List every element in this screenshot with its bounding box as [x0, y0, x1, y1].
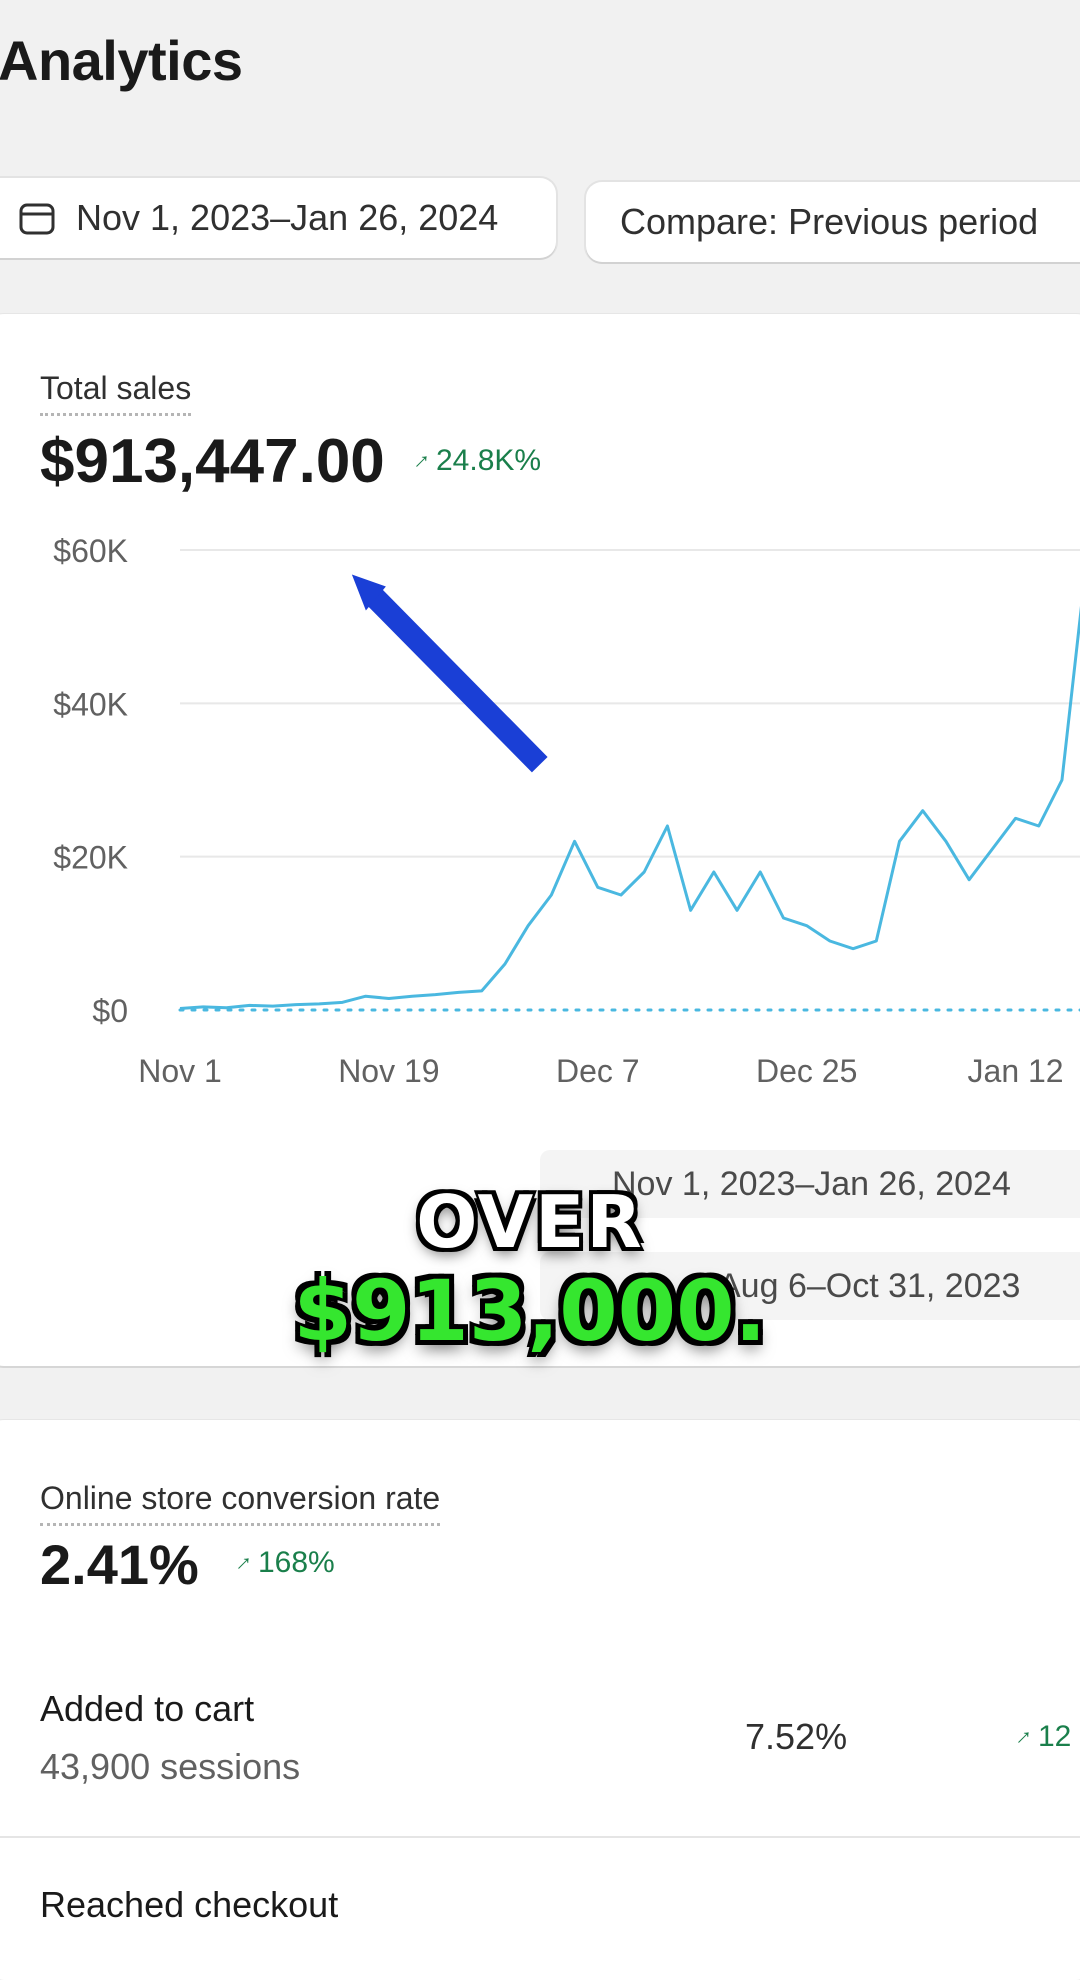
x-tick-label: Dec 25 [756, 1053, 857, 1089]
trend-up-icon: ↑ [408, 446, 437, 475]
x-tick-label: Jan 12 [968, 1053, 1064, 1089]
total-sales-label[interactable]: Total sales [40, 370, 192, 416]
conversion-rate-card: Online store conversion rate 2.41% ↑ 168… [0, 1420, 1080, 1980]
calendar-icon [19, 203, 55, 235]
overlay-caption-line2: $913,000. [293, 1262, 767, 1360]
funnel-step-percent: 7.52% [745, 1716, 848, 1757]
total-sales-delta-value: 24.8K% [436, 444, 542, 477]
series-line-current [179, 605, 1080, 1010]
conversion-rate-delta: ↑ 168% [231, 1546, 335, 1580]
y-tick-label: $20K [53, 840, 128, 876]
overlay-caption-line1: OVER [416, 1180, 644, 1264]
funnel-divider [0, 1836, 1080, 1838]
date-range-picker[interactable]: Nov 1, 2023–Jan 26, 2024 [0, 178, 556, 258]
conversion-rate-value: 2.41% [40, 1533, 199, 1596]
x-tick-label: Dec 7 [556, 1053, 640, 1089]
trend-up-icon: ↑ [230, 1548, 259, 1577]
funnel-step-sessions: 43,900 sessions [40, 1746, 301, 1787]
conversion-rate-delta-value: 168% [258, 1546, 335, 1579]
trend-up-icon: ↑ [1010, 1722, 1039, 1751]
compare-button[interactable]: Compare: Previous period [586, 182, 1080, 262]
page-title: Analytics [0, 29, 243, 92]
total-sales-chart: $60K $40K $20K $0 Nov 1 Nov 19 Dec 7 Dec 25 Jan … [53, 533, 1080, 1089]
compare-label: Compare: Previous period [620, 201, 1039, 242]
y-tick-label: $40K [53, 686, 128, 722]
conversion-rate-label[interactable]: Online store conversion rate [40, 1480, 441, 1526]
y-tick-label: $0 [92, 993, 128, 1029]
total-sales-delta: ↑ 24.8K% [409, 444, 542, 478]
total-sales-value: $913,447.00 [40, 427, 385, 496]
funnel-step-delta-value: 12 [1038, 1720, 1072, 1753]
date-range-label: Nov 1, 2023–Jan 26, 2024 [76, 197, 499, 238]
funnel-step-name: Added to cart [40, 1688, 255, 1729]
y-tick-label: $60K [53, 533, 128, 569]
x-tick-label: Nov 19 [338, 1053, 439, 1089]
x-tick-label: Nov 1 [138, 1053, 222, 1089]
funnel-step-delta: ↑ 12 [1011, 1720, 1072, 1754]
annotation-arrow-shaft [366, 588, 548, 773]
